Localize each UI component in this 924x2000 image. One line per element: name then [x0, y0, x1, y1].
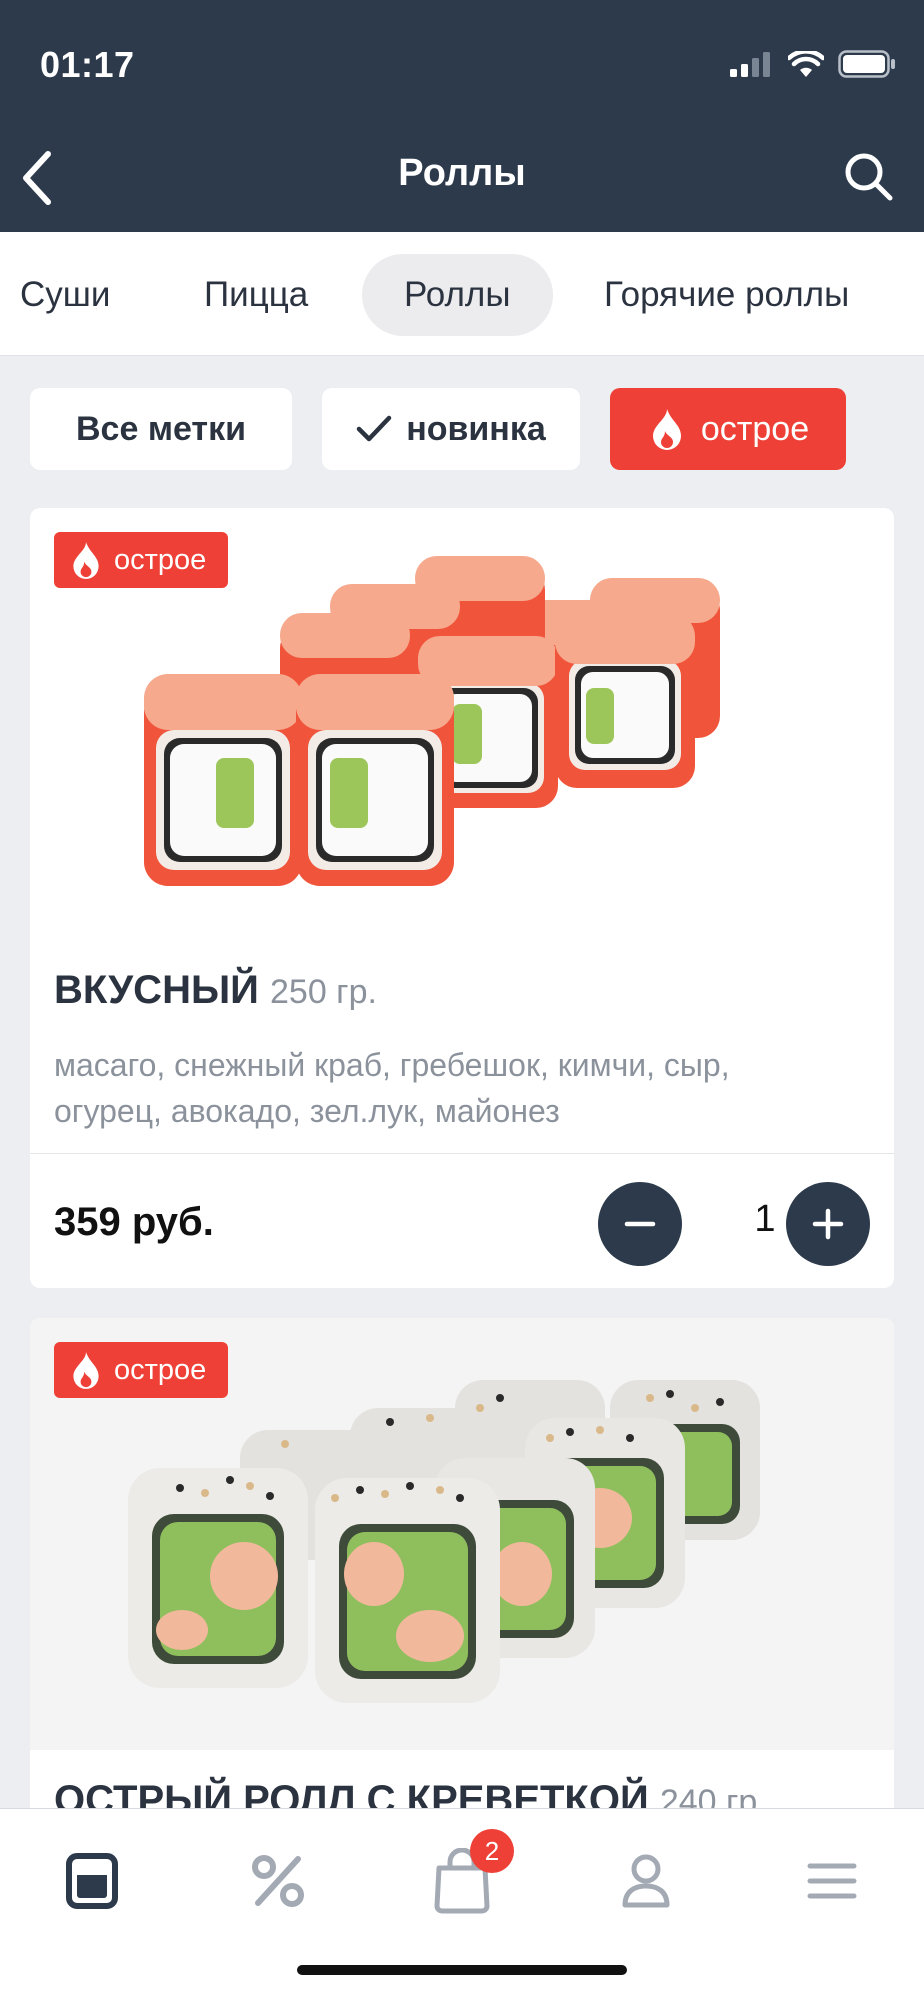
tab-profile[interactable] — [606, 1841, 686, 1921]
flame-icon — [652, 409, 681, 450]
spicy-badge: острое — [54, 1342, 229, 1398]
flame-icon — [73, 1352, 99, 1389]
hamburger-menu-icon — [807, 1863, 857, 1899]
minus-icon — [624, 1221, 656, 1227]
wifi-icon — [788, 51, 824, 77]
percent-icon — [252, 1855, 304, 1907]
check-icon — [356, 415, 392, 442]
tab-menu[interactable] — [52, 1841, 132, 1921]
product-weight: 250 гр. — [270, 973, 377, 1011]
divider — [30, 1153, 894, 1154]
home-indicator[interactable] — [297, 1965, 627, 1975]
product-price: 359 руб. — [54, 1200, 214, 1244]
search-icon[interactable] — [842, 150, 894, 202]
filter-spicy[interactable]: острое — [610, 388, 846, 470]
category-tabs: Суши Пицца Роллы Горячие роллы — [0, 232, 924, 356]
tab-more[interactable] — [792, 1841, 872, 1921]
filter-label: Все метки — [76, 409, 246, 448]
filter-label: новинка — [406, 409, 546, 448]
signal-icon — [730, 52, 770, 77]
tab-hot-rolls[interactable]: Горячие роллы — [562, 254, 891, 336]
tab-sushi[interactable]: Суши — [0, 254, 152, 336]
plus-icon — [812, 1208, 844, 1240]
decrease-button[interactable] — [598, 1182, 682, 1266]
badge-label: острое — [114, 1353, 207, 1386]
status-indicators — [730, 50, 896, 78]
badge-label: острое — [114, 543, 207, 576]
flame-icon — [73, 542, 99, 579]
page-title: Роллы — [398, 152, 526, 194]
tab-pizza[interactable]: Пицца — [162, 254, 350, 336]
status-time: 01:17 — [40, 44, 135, 85]
user-icon — [622, 1854, 670, 1908]
catalog-icon — [66, 1853, 118, 1909]
product-title: ВКУСНЫЙ 250 гр. — [54, 968, 377, 1013]
filter-new[interactable]: новинка — [322, 388, 580, 470]
increase-button[interactable] — [786, 1182, 870, 1266]
filter-all-tags[interactable]: Все метки — [30, 388, 292, 470]
tab-rolls[interactable]: Роллы — [362, 254, 553, 336]
spicy-badge: острое — [54, 532, 229, 588]
filter-label: острое — [700, 409, 810, 448]
app-header: 01:17 Роллы — [0, 0, 924, 232]
cart-count-badge: 2 — [470, 1829, 514, 1873]
battery-icon — [838, 50, 895, 78]
product-description: масаго, снежный краб, гребешок, кимчи, с… — [54, 1047, 730, 1129]
product-name: ВКУСНЫЙ — [54, 968, 259, 1012]
product-card[interactable]: острое ВКУСНЫЙ 250 гр. масаго, снежный к… — [30, 508, 894, 1288]
tab-promotions[interactable] — [238, 1841, 318, 1921]
